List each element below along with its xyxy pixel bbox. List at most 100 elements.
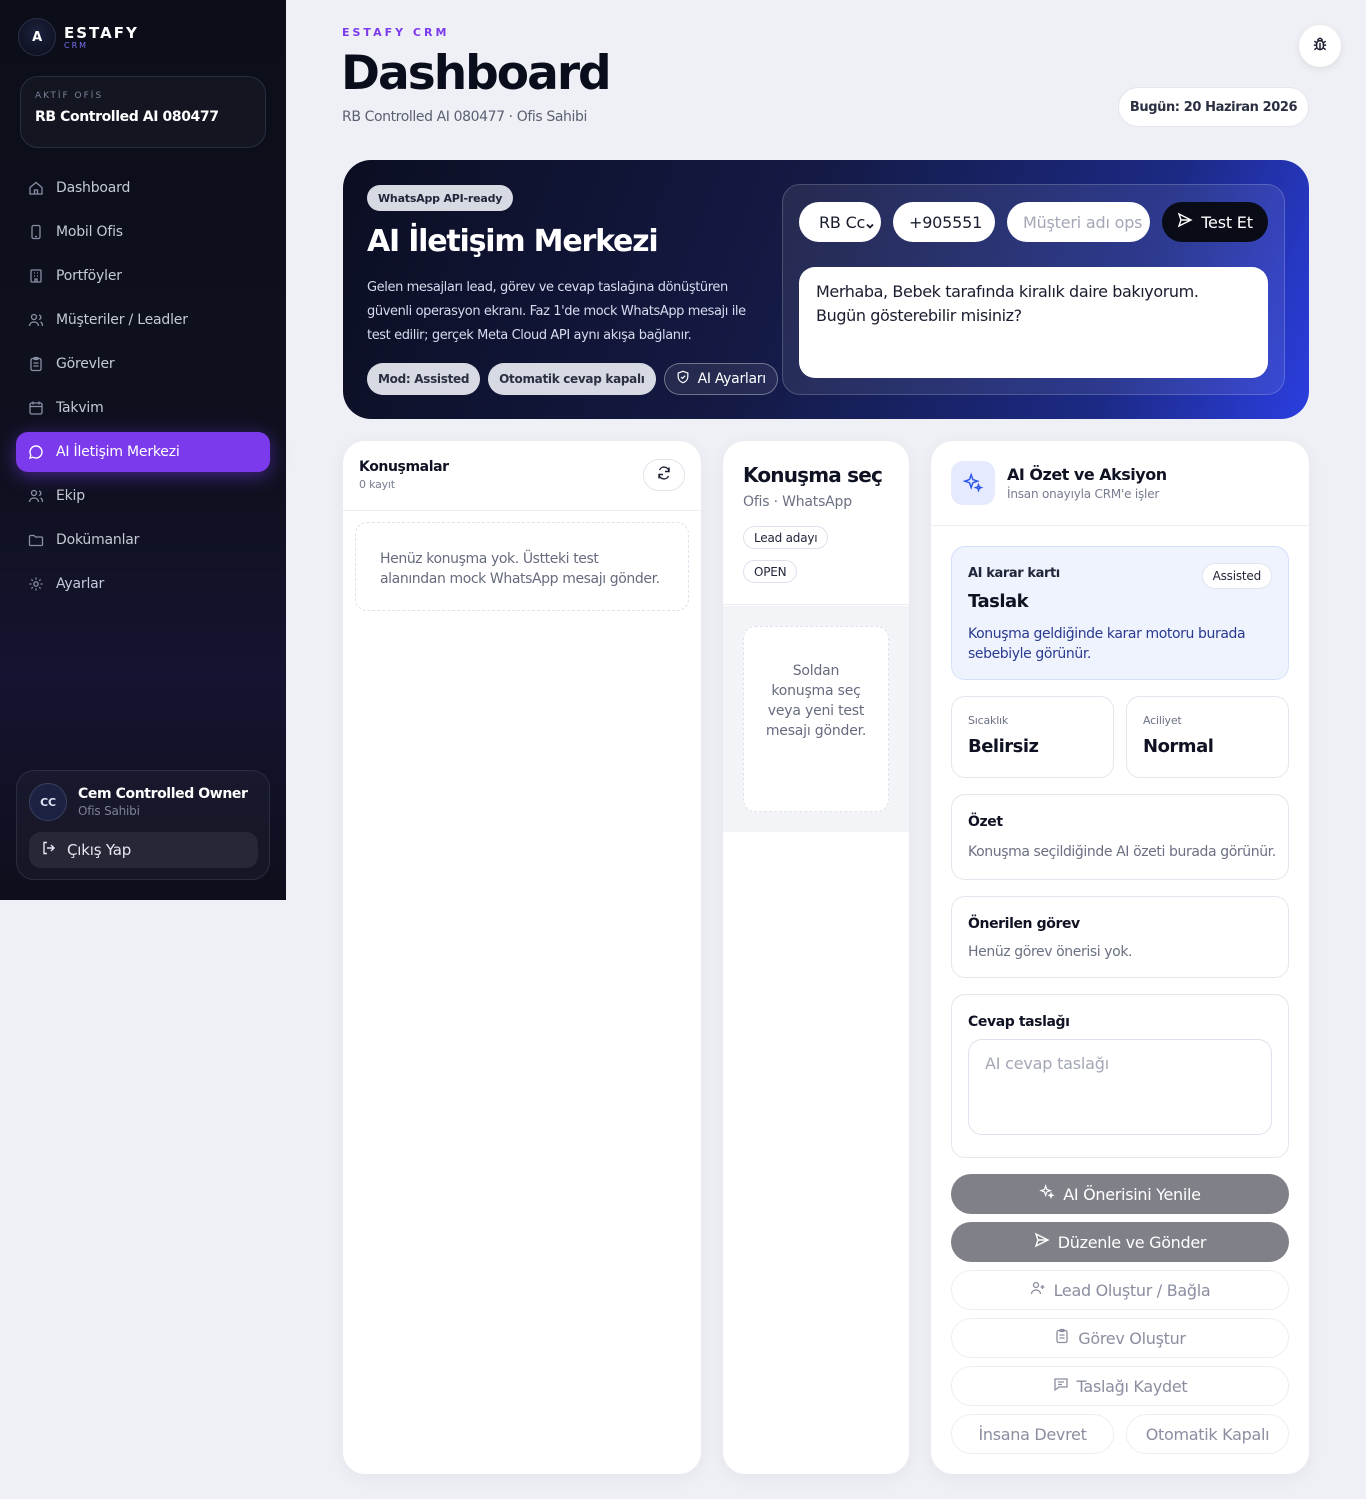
brand-name: ESTAFY [64,23,139,42]
sidebar-item-customers[interactable]: Müşteriler / Leadler [16,300,270,340]
suggested-task-card: Önerilen görev Henüz görev önerisi yok. [951,896,1289,978]
shield-icon [676,370,690,388]
chevron-down-icon [865,216,875,235]
brand[interactable]: A ESTAFY CRM [18,18,139,56]
ai-summary-panel: AI Özet ve Aksiyon İnsan onayıyla CRM'e … [931,441,1309,1474]
building-icon [28,268,44,284]
refresh-ai-suggestion-button[interactable]: AI Önerisini Yenile [951,1174,1289,1214]
mode-badge: Assisted [1201,563,1272,589]
sidebar-item-documents[interactable]: Dokümanlar [16,520,270,560]
active-office-card[interactable]: AKTİF OFİS RB Controlled AI 080477 [20,76,266,148]
summary-title: Özet [968,814,1003,830]
active-office-label: AKTİF OFİS [35,91,104,101]
sidebar-item-label: AI İletişim Merkezi [56,444,180,460]
conversations-empty-state: Henüz konuşma yok. Üstteki test alanında… [355,522,689,611]
ai-settings-button[interactable]: AI Ayarları [663,363,778,395]
sidebar-item-calendar[interactable]: Takvim [16,388,270,428]
test-button[interactable]: Test Et [1162,202,1268,242]
sidebar-item-label: Dokümanlar [56,532,140,548]
page-eyebrow: ESTAFY CRM [342,26,450,39]
reply-draft-card: Cevap taslağı AI cevap taslağı [951,994,1289,1158]
handoff-to-human-button[interactable]: İnsana Devret [951,1414,1114,1454]
customer-name-input[interactable]: Müşteri adı ops [1007,202,1150,242]
conversations-title: Konuşmalar [359,459,449,475]
calendar-icon [28,400,44,416]
sidebar-item-label: Mobil Ofis [56,224,123,240]
brand-logo-icon: A [18,18,56,56]
sidebar-item-label: Görevler [56,356,115,372]
office-select-value: RB Cc [819,212,866,232]
conversation-detail-panel: Konuşma seç Ofis · WhatsApp Lead adayı O… [723,441,909,1474]
auto-off-button[interactable]: Otomatik Kapalı [1126,1414,1289,1454]
office-select[interactable]: RB Cc [799,202,881,242]
conversations-count: 0 kayıt [359,478,395,491]
sidebar-item-label: Portföyler [56,268,122,284]
api-ready-badge: WhatsApp API-ready [367,185,514,211]
refresh-icon [656,465,672,485]
create-task-label: Görev Oluştur [1078,1328,1186,1348]
handoff-label: İnsana Devret [978,1424,1087,1444]
status-badge: OPEN [743,560,798,583]
test-message-textarea[interactable]: Merhaba, Bebek tarafında kiralık daire b… [799,267,1268,378]
sidebar-item-label: Ayarlar [56,576,105,592]
heat-value: Belirsiz [968,736,1039,757]
clipboard-icon [1054,1328,1070,1348]
phone-input-value: +905551 [909,212,983,232]
auto-reply-chip: Otomatik cevap kapalı [488,363,656,395]
refresh-button[interactable] [643,459,685,491]
reply-draft-title: Cevap taslağı [968,1014,1070,1030]
suggested-task-title: Önerilen görev [968,916,1080,932]
create-task-button[interactable]: Görev Oluştur [951,1318,1289,1358]
save-draft-button[interactable]: Taslağı Kaydet [951,1366,1289,1406]
logout-button[interactable]: Çıkış Yap [29,832,258,868]
suggested-task-text: Henüz görev önerisi yok. [968,944,1133,960]
reply-draft-textarea[interactable]: AI cevap taslağı [968,1039,1272,1135]
date-badge: Bugün: 20 Haziran 2026 [1118,87,1309,127]
ai-panel-title: AI Özet ve Aksiyon [1007,465,1167,484]
mode-chip: Mod: Assisted [367,363,481,395]
phone-input[interactable]: +905551 [893,202,995,242]
users-icon [28,312,44,328]
bug-icon [1311,35,1329,57]
sidebar-item-tasks[interactable]: Görevler [16,344,270,384]
sidebar-item-portfolios[interactable]: Portföyler [16,256,270,296]
test-message-text: Merhaba, Bebek tarafında kiralık daire b… [816,282,1199,325]
chat-icon [28,444,44,460]
save-draft-label: Taslağı Kaydet [1076,1376,1188,1396]
sidebar: A ESTAFY CRM AKTİF OFİS RB Controlled AI… [0,0,286,900]
summary-text: Konuşma seçildiğinde AI özeti burada gör… [968,844,1276,860]
ai-panel-subtitle: İnsan onayıyla CRM'e işler [1007,487,1160,501]
bug-report-button[interactable] [1299,25,1341,67]
logout-icon [41,840,57,860]
detail-title: Konuşma seç [743,463,883,487]
heat-card: Sıcaklık Belirsiz [951,696,1114,778]
ai-hero-panel: WhatsApp API-ready AI İletişim Merkezi G… [343,160,1309,419]
edit-and-send-button[interactable]: Düzenle ve Gönder [951,1222,1289,1262]
sidebar-item-mobile-office[interactable]: Mobil Ofis [16,212,270,252]
folder-icon [28,532,44,548]
user-role: Ofis Sahibi [78,804,140,818]
send-icon [1177,212,1193,232]
create-lead-label: Lead Oluştur / Bağla [1053,1280,1211,1300]
test-message-box: RB Cc +905551 Müşteri adı ops Test Et Me… [782,184,1285,395]
hero-title: AI İletişim Merkezi [367,224,659,259]
sidebar-item-team[interactable]: Ekip [16,476,270,516]
user-plus-icon [1030,1280,1046,1300]
sidebar-item-settings[interactable]: Ayarlar [16,564,270,604]
user-card: CC Cem Controlled Owner Ofis Sahibi Çıkı… [16,770,270,880]
decision-label: AI karar kartı [968,566,1060,581]
urgency-label: Aciliyet [1143,714,1182,727]
sparkle-icon [1039,1184,1056,1204]
avatar[interactable]: CC [29,783,67,821]
sidebar-item-label: Ekip [56,488,85,504]
message-square-icon [1053,1376,1069,1396]
page-title: Dashboard [341,46,612,101]
gear-icon [28,576,44,592]
sidebar-item-dashboard[interactable]: Dashboard [16,168,270,208]
active-office-value: RB Controlled AI 080477 [35,109,219,125]
sidebar-item-ai-communication[interactable]: AI İletişim Merkezi [16,432,270,472]
create-lead-button[interactable]: Lead Oluştur / Bağla [951,1270,1289,1310]
detail-subtitle: Ofis · WhatsApp [743,494,852,510]
auto-off-label: Otomatik Kapalı [1145,1424,1270,1444]
decision-value: Taslak [968,591,1029,612]
